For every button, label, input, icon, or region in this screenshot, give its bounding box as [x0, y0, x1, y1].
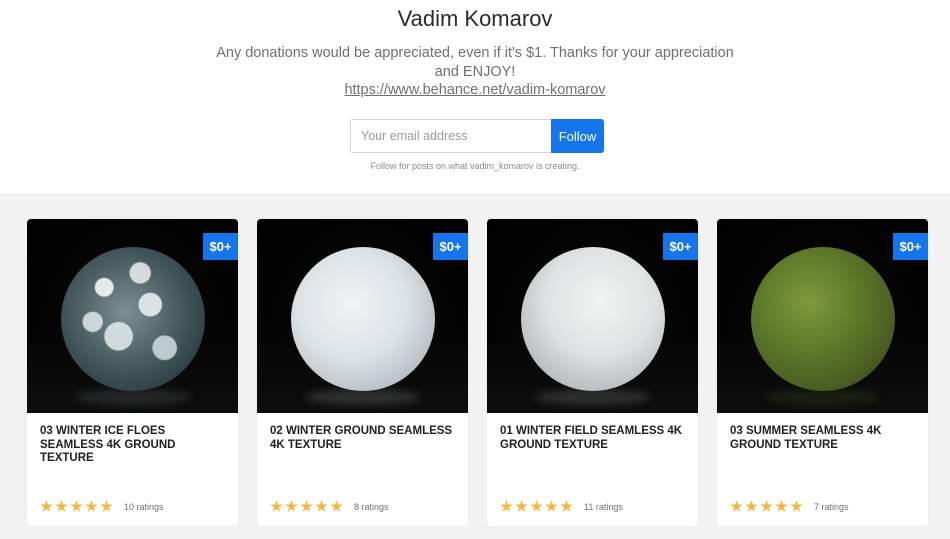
rating-count: 7 ratings: [814, 501, 849, 512]
price-badge: $0+: [893, 233, 928, 260]
star-icon: [70, 500, 83, 512]
product-title[interactable]: 01 WINTER FIELD SEAMLESS 4K GROUND TEXTU…: [500, 425, 686, 452]
star-icon: [760, 500, 773, 512]
star-icon: [775, 500, 788, 512]
star-icon: [790, 500, 803, 512]
star-icon: [100, 500, 113, 512]
star-icon: [530, 500, 543, 512]
product-card[interactable]: $0+ 03 WINTER ICE FLOES SEAMLESS 4K GROU…: [27, 219, 238, 526]
star-rating: [270, 500, 345, 513]
product-rating: 11 ratings: [500, 500, 623, 513]
profile-header: Vadim Komarov Any donations would be app…: [0, 0, 950, 193]
product-rating: 8 ratings: [270, 500, 389, 513]
follow-form: Follow: [350, 119, 604, 153]
product-thumbnail[interactable]: $0+: [717, 219, 928, 413]
product-title[interactable]: 03 SUMMER SEAMLESS 4K GROUND TEXTURE: [730, 425, 916, 452]
star-icon: [730, 500, 743, 512]
follow-hint: Follow for posts on what vadim_komarov i…: [370, 161, 580, 171]
product-card[interactable]: $0+ 02 WINTER GROUND SEAMLESS 4K TEXTURE…: [257, 219, 468, 526]
snow-ground-sphere-image: [291, 247, 435, 391]
sphere-reflection: [535, 389, 651, 405]
product-rating: 7 ratings: [730, 500, 849, 513]
sphere-reflection: [75, 389, 191, 405]
product-card[interactable]: $0+ 03 SUMMER SEAMLESS 4K GROUND TEXTURE…: [717, 219, 928, 526]
sphere-reflection: [765, 389, 881, 405]
product-grid: $0+ 03 WINTER ICE FLOES SEAMLESS 4K GROU…: [0, 193, 950, 539]
star-icon: [515, 500, 528, 512]
product-thumbnail[interactable]: $0+: [487, 219, 698, 413]
product-rating: 10 ratings: [40, 500, 164, 513]
star-rating: [40, 500, 115, 513]
snow-field-sphere-image: [521, 247, 665, 391]
star-icon: [55, 500, 68, 512]
star-rating: [730, 500, 805, 513]
product-title[interactable]: 02 WINTER GROUND SEAMLESS 4K TEXTURE: [270, 425, 456, 452]
star-icon: [560, 500, 573, 512]
price-badge: $0+: [433, 233, 468, 260]
product-thumbnail[interactable]: $0+: [257, 219, 468, 413]
sphere-reflection: [305, 389, 421, 405]
star-icon: [285, 500, 298, 512]
email-input[interactable]: [350, 119, 551, 153]
rating-count: 8 ratings: [354, 501, 389, 512]
star-icon: [315, 500, 328, 512]
price-badge: $0+: [663, 233, 698, 260]
star-rating: [500, 500, 575, 513]
creator-description: Any donations would be appreciated, even…: [216, 45, 734, 80]
star-icon: [330, 500, 343, 512]
star-icon: [500, 500, 513, 512]
price-badge: $0+: [203, 233, 238, 260]
profile-link[interactable]: https://www.behance.net/vadim-komarov: [0, 82, 950, 98]
follow-button[interactable]: Follow: [551, 119, 604, 153]
ice-floes-sphere-image: [61, 247, 205, 391]
creator-name: Vadim Komarov: [397, 6, 553, 31]
star-icon: [300, 500, 313, 512]
product-title[interactable]: 03 WINTER ICE FLOES SEAMLESS 4K GROUND T…: [40, 425, 226, 466]
product-card[interactable]: $0+ 01 WINTER FIELD SEAMLESS 4K GROUND T…: [487, 219, 698, 526]
star-icon: [745, 500, 758, 512]
product-thumbnail[interactable]: $0+: [27, 219, 238, 413]
star-icon: [545, 500, 558, 512]
rating-count: 10 ratings: [124, 501, 164, 512]
grass-sphere-image: [751, 247, 895, 391]
star-icon: [85, 500, 98, 512]
star-icon: [270, 500, 283, 512]
star-icon: [40, 500, 53, 512]
rating-count: 11 ratings: [584, 501, 623, 512]
